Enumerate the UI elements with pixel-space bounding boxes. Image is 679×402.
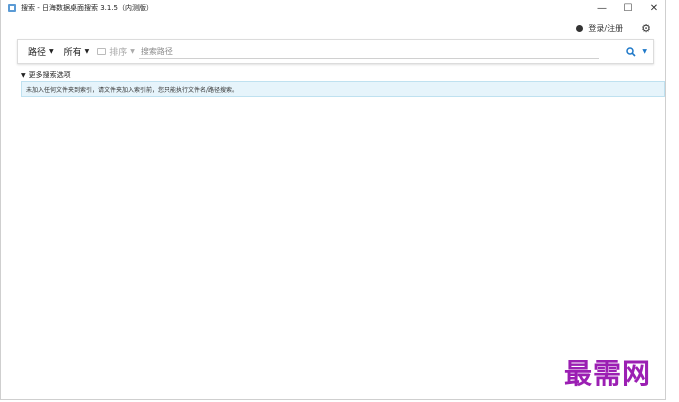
title-bar: 搜索 - 日海数据桌面搜索 3.1.5（内测版） — ☐ ✕ [1, 0, 667, 16]
caret-down-icon: ▼ [21, 71, 26, 79]
scope-label: 所有 [63, 48, 82, 58]
login-label: 登录/注册 [588, 23, 624, 33]
caret-down-icon: ▼ [49, 48, 54, 55]
login-button[interactable]: 登录/注册 [576, 23, 623, 34]
app-window: 搜索 - 日海数据桌面搜索 3.1.5（内测版） — ☐ ✕ 登录/注册 ⚙ 路… [0, 0, 666, 400]
more-search-options-toggle[interactable]: ▼ 更多搜索选项 [21, 70, 71, 80]
app-icon [8, 4, 16, 12]
search-button[interactable]: ▼ [626, 46, 647, 57]
search-icon [626, 46, 636, 57]
path-label: 路径 [28, 48, 47, 58]
window-title: 搜索 - 日海数据桌面搜索 3.1.5（内测版） [21, 4, 154, 12]
chevron-down-icon[interactable]: ▼ [642, 48, 647, 55]
watermark-logo: 最需网 [564, 357, 652, 390]
more-options-label: 更多搜索选项 [28, 71, 71, 79]
search-input[interactable] [138, 44, 599, 59]
sort-label: 排序 [109, 48, 128, 58]
minimize-button[interactable]: — [589, 0, 615, 16]
info-banner: 未加入任何文件夹到索引，请文件夹加入索引前，您只能执行文件名/路径搜索。 [21, 81, 665, 97]
sort-dropdown[interactable]: 排序 ▼ [97, 45, 135, 58]
scope-dropdown[interactable]: 所有 ▼ [64, 45, 90, 58]
caret-down-icon: ▼ [84, 48, 90, 55]
gear-icon[interactable]: ⚙ [641, 22, 651, 35]
top-bar: 登录/注册 ⚙ [1, 18, 667, 38]
folder-icon [97, 48, 107, 55]
info-message: 未加入任何文件夹到索引，请文件夹加入索引前，您只能执行文件名/路径搜索。 [26, 86, 239, 94]
search-bar: 路径 ▼ 所有 ▼ 排序 ▼ ▼ [17, 39, 654, 64]
user-icon [576, 24, 584, 32]
close-button[interactable]: ✕ [641, 0, 667, 16]
window-controls: — ☐ ✕ [589, 0, 667, 16]
caret-down-icon: ▼ [130, 48, 135, 55]
maximize-button[interactable]: ☐ [615, 0, 641, 16]
path-dropdown[interactable]: 路径 ▼ [28, 45, 54, 58]
